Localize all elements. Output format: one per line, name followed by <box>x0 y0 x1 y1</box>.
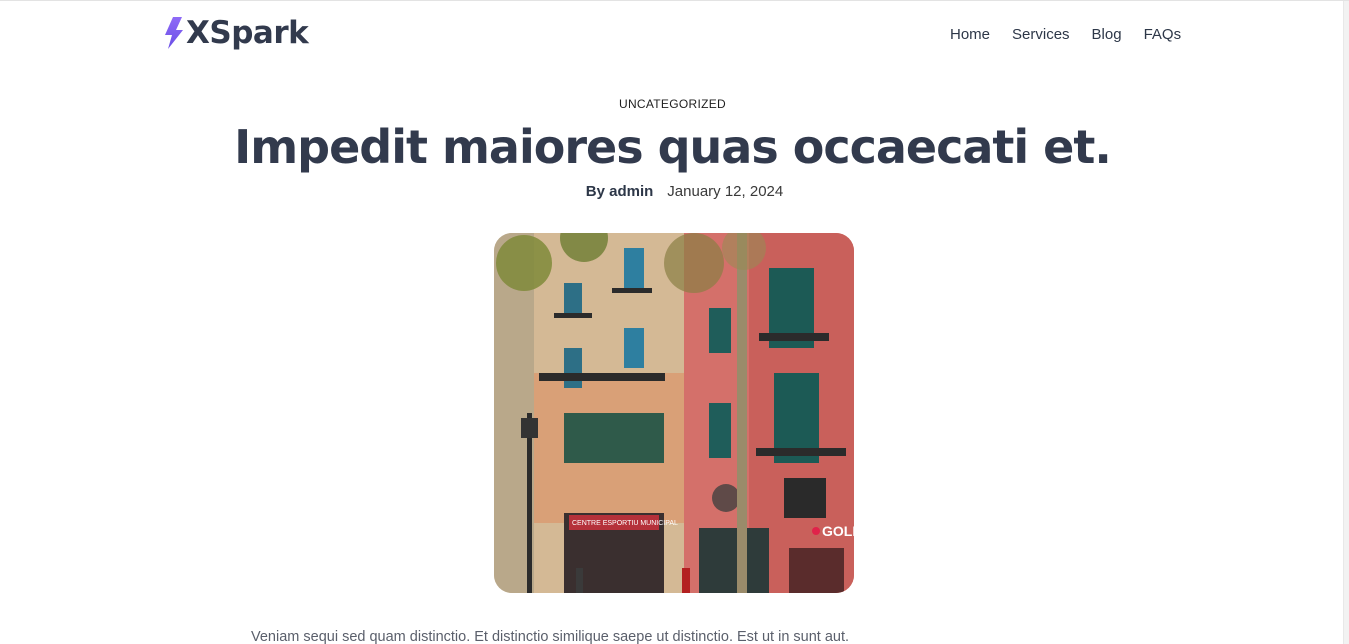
post-category[interactable]: UNCATEGORIZED <box>0 97 1345 111</box>
nav-faqs[interactable]: FAQs <box>1144 25 1182 45</box>
post-title: Impedit maiores quas occaecati et. <box>234 120 1112 174</box>
lightning-bolt-icon <box>165 17 183 49</box>
building-facade-photo: CENTRE ESPORTIU MUNICIPAL GOLL <box>494 233 854 593</box>
shop-sign-right: GOLL <box>822 523 854 539</box>
main-nav: Home Services Blog FAQs <box>940 25 1192 45</box>
nav-home[interactable]: Home <box>950 25 990 45</box>
post-author[interactable]: By admin <box>586 183 654 200</box>
nav-services[interactable]: Services <box>1012 25 1070 45</box>
blog-post-page: XSpark Home Services Blog FAQs UNCATEGOR… <box>0 0 1349 644</box>
post-meta: By admin January 12, 2024 <box>0 183 1345 200</box>
featured-image: CENTRE ESPORTIU MUNICIPAL GOLL <box>494 233 854 593</box>
logo-text: XSpark <box>186 15 309 51</box>
site-logo[interactable]: XSpark <box>163 13 309 53</box>
post-date: January 12, 2024 <box>667 183 784 200</box>
post-excerpt: Veniam sequi sed quam distinctio. Et dis… <box>251 629 850 644</box>
shop-sign-left: CENTRE ESPORTIU MUNICIPAL <box>572 520 678 527</box>
nav-blog[interactable]: Blog <box>1092 25 1122 45</box>
